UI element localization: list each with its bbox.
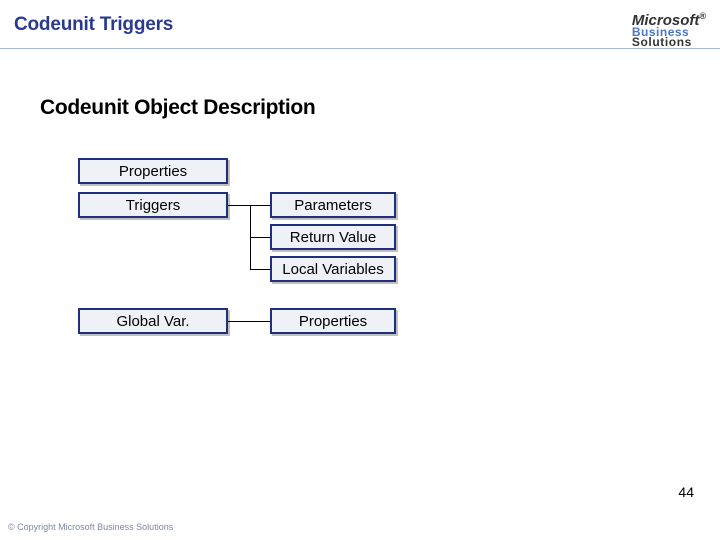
footer-copyright: © Copyright Microsoft Business Solutions bbox=[8, 522, 173, 532]
box-label: Return Value bbox=[290, 229, 376, 246]
connector-line bbox=[228, 205, 250, 206]
box-local-variables: Local Variables bbox=[270, 256, 396, 282]
slide: Codeunit Triggers Microsoft® Business So… bbox=[0, 0, 720, 540]
box-label: Local Variables bbox=[282, 261, 383, 278]
box-label: Properties bbox=[299, 313, 367, 330]
box-triggers: Triggers bbox=[78, 192, 228, 218]
box-right-properties: Properties bbox=[270, 308, 396, 334]
diagram-canvas: Properties Triggers Global Var. Paramete… bbox=[0, 0, 720, 540]
connector-line bbox=[228, 321, 270, 322]
box-label: Global Var. bbox=[116, 313, 189, 330]
connector-line bbox=[250, 205, 270, 206]
box-parameters: Parameters bbox=[270, 192, 396, 218]
box-label: Triggers bbox=[126, 197, 180, 214]
slide-number: 44 bbox=[678, 484, 694, 500]
box-global-var: Global Var. bbox=[78, 308, 228, 334]
connector-line bbox=[250, 237, 270, 238]
box-properties: Properties bbox=[78, 158, 228, 184]
box-return-value: Return Value bbox=[270, 224, 396, 250]
box-label: Properties bbox=[119, 163, 187, 180]
connector-line bbox=[250, 269, 270, 270]
box-label: Parameters bbox=[294, 197, 372, 214]
